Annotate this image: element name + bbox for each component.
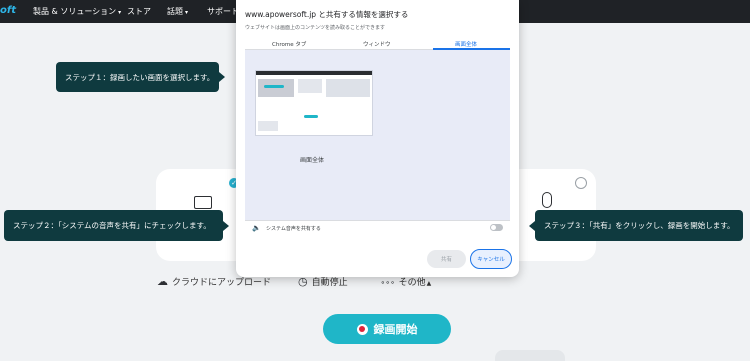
- nav-item-support[interactable]: サポート: [207, 6, 239, 17]
- chevron-down-icon: ▾: [185, 9, 189, 16]
- mode-radio[interactable]: [575, 177, 587, 189]
- cloud-upload-label: クラウドにアップロード: [172, 278, 272, 288]
- nav-item-label: 製品 & ソリューション: [33, 7, 117, 16]
- chevron-up-icon: ▲: [426, 280, 432, 287]
- dialog-subtitle: ウェブサイトは画面上のコンテンツを読み取ることができます: [245, 25, 386, 31]
- screen-share-dialog: www.apowersoft.jp と共有する情報を選択する ウェブサイトは画面…: [236, 0, 519, 277]
- speaker-icon: 🔈: [252, 224, 261, 232]
- tab-chrome[interactable]: Chrome タブ: [272, 40, 306, 48]
- dots-icon: ⚬⚬⚬: [380, 279, 396, 287]
- cancel-button[interactable]: キャンセル: [470, 249, 512, 269]
- mouse-icon[interactable]: [542, 192, 552, 208]
- record-start-button[interactable]: 録画開始: [323, 314, 451, 344]
- audio-share-toggle[interactable]: [490, 224, 503, 231]
- tab-entire-screen[interactable]: 画面全体: [455, 40, 477, 48]
- site-logo[interactable]: oft: [0, 5, 16, 16]
- chevron-down-icon: ▾: [118, 9, 122, 16]
- bottom-tab: [495, 350, 565, 361]
- callout-step3-text: ステップ３：「共有」をクリックし、録画を開始します。: [544, 221, 735, 230]
- nav-item-store[interactable]: ストア: [127, 6, 151, 17]
- screen-icon[interactable]: [194, 196, 212, 209]
- record-button-label: 録画開始: [373, 323, 418, 336]
- nav-item-topics[interactable]: 話題 ▾: [167, 6, 188, 17]
- tab-window[interactable]: ウィンドウ: [363, 40, 391, 48]
- callout-step1: ステップ１：録画したい画面を選択します。: [56, 62, 225, 92]
- callout-step2-text: ステップ２：「システムの音声を共有」にチェックします。: [13, 221, 211, 230]
- record-icon: [356, 323, 368, 335]
- nav-item-label: サポート: [207, 7, 239, 16]
- audio-share-label: システム音声を共有する: [266, 226, 321, 232]
- screen-thumbnail[interactable]: [255, 70, 373, 136]
- cloud-icon: ☁: [157, 275, 168, 288]
- dialog-title: www.apowersoft.jp と共有する情報を選択する: [245, 10, 409, 19]
- dialog-tabs: Chrome タブ ウィンドウ 画面全体: [245, 37, 510, 50]
- nav-item-products[interactable]: 製品 & ソリューション ▾: [33, 6, 121, 17]
- share-button[interactable]: 共有: [427, 250, 466, 268]
- callout-step2: ステップ２：「システムの音声を共有」にチェックします。: [4, 210, 229, 241]
- more-label: その他: [398, 278, 426, 288]
- auto-stop-label: 自動停止: [311, 278, 348, 288]
- audio-share-row: 🔈 システム音声を共有する: [245, 220, 510, 234]
- callout-step3: ステップ３：「共有」をクリックし、録画を開始します。: [529, 210, 743, 241]
- nav-item-label: 話題: [167, 7, 183, 16]
- nav-item-label: ストア: [127, 7, 151, 16]
- thumbnail-label: 画面全体: [300, 157, 325, 164]
- callout-step1-text: ステップ１：録画したい画面を選択します。: [65, 72, 215, 82]
